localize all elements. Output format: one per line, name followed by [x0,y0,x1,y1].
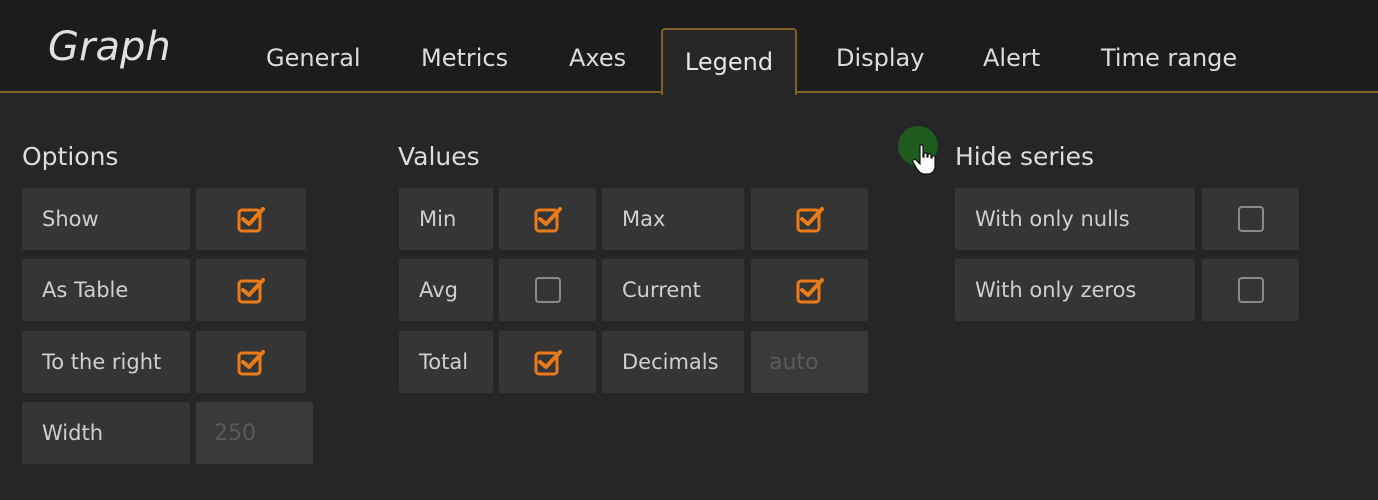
max-checkbox[interactable] [751,188,868,250]
hand-pointer-icon [912,144,936,175]
tab-alert[interactable]: Alert [983,44,1040,72]
values-section-title: Values [398,142,480,171]
checkbox-unchecked-icon [534,277,561,303]
checkbox-unchecked-icon [1237,206,1264,232]
max-label: Max [602,188,744,250]
with-only-zeros-checkbox[interactable] [1202,259,1299,321]
decimals-input[interactable] [751,331,868,393]
min-label: Min [399,188,493,250]
current-label: Current [602,259,744,321]
tab-general[interactable]: General [266,44,361,72]
decimals-label: Decimals [602,331,744,393]
editor-header: Graph General Metrics Axes Legend Displa… [0,0,1378,95]
tab-legend[interactable]: Legend [661,28,797,95]
checkbox-unchecked-icon [1237,277,1264,303]
current-checkbox[interactable] [751,259,868,321]
as-table-label: As Table [22,259,190,321]
hide-series-section-title: Hide series [955,142,1094,171]
with-only-zeros-label: With only zeros [955,259,1195,321]
with-only-nulls-checkbox[interactable] [1202,188,1299,250]
to-the-right-label: To the right [22,331,190,393]
avg-checkbox[interactable] [499,259,596,321]
panel-type-title: Graph [48,24,171,70]
tab-metrics[interactable]: Metrics [421,44,508,72]
checkbox-checked-icon [534,350,562,376]
options-section-title: Options [22,142,119,171]
checkbox-checked-icon [237,207,265,233]
width-label: Width [22,402,190,464]
checkbox-checked-icon [237,278,265,304]
show-checkbox[interactable] [196,188,306,250]
to-the-right-checkbox[interactable] [196,331,306,393]
tab-time-range[interactable]: Time range [1101,44,1237,72]
min-checkbox[interactable] [499,188,596,250]
checkbox-checked-icon [796,278,824,304]
total-label: Total [399,331,493,393]
checkbox-checked-icon [237,350,265,376]
checkbox-checked-icon [796,207,824,233]
tab-display[interactable]: Display [836,44,924,72]
checkbox-checked-icon [534,207,562,233]
as-table-checkbox[interactable] [196,259,306,321]
with-only-nulls-label: With only nulls [955,188,1195,250]
width-input[interactable] [196,402,313,464]
tab-axes[interactable]: Axes [569,44,626,72]
total-checkbox[interactable] [499,331,596,393]
show-label: Show [22,188,190,250]
avg-label: Avg [399,259,493,321]
